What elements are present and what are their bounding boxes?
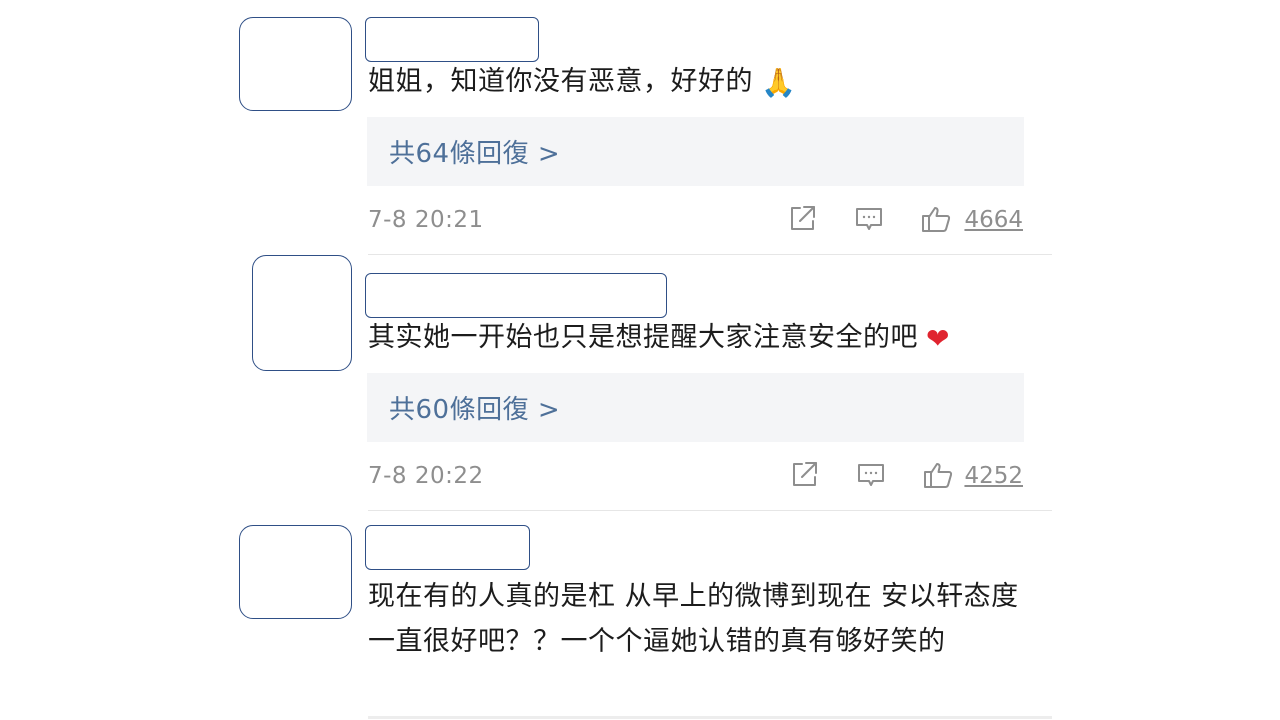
comment-text: 现在有的人真的是杠 从早上的微博到现在 安以轩态度一直很好吧？？一个个逼她认错的… — [368, 574, 1033, 664]
comment-text: 其实她一开始也只是想提醒大家注意安全的吧 ❤ — [368, 316, 1028, 361]
share-icon[interactable] — [789, 459, 819, 489]
comment-icon[interactable] — [854, 203, 884, 233]
username[interactable] — [365, 17, 539, 62]
avatar[interactable] — [239, 525, 352, 619]
timestamp: 7-8 20:21 — [368, 207, 484, 233]
divider — [368, 510, 1052, 511]
thumbs-up-icon[interactable] — [922, 459, 954, 491]
timestamp: 7-8 20:22 — [368, 463, 484, 489]
share-icon[interactable] — [787, 203, 817, 233]
folded-hands-emoji: 🙏 — [761, 66, 797, 99]
comment-text: 姐姐，知道你没有恶意，好好的 🙏 — [368, 60, 1028, 105]
avatar[interactable] — [239, 17, 352, 111]
username[interactable] — [365, 273, 667, 318]
comment-body: 现在有的人真的是杠 从早上的微博到现在 安以轩态度一直很好吧？？一个个逼她认错的… — [368, 581, 1019, 657]
username[interactable] — [365, 525, 530, 570]
replies-box[interactable]: 共64條回復 > — [367, 117, 1024, 186]
replies-box[interactable]: 共60條回復 > — [367, 373, 1024, 442]
divider — [368, 254, 1052, 255]
thumbs-up-icon[interactable] — [920, 203, 952, 235]
view-replies-link[interactable]: 共64條回復 > — [389, 133, 560, 170]
view-replies-link[interactable]: 共60條回復 > — [389, 389, 560, 426]
heart-emoji: ❤ — [926, 322, 950, 355]
like-count[interactable]: 4664 — [964, 207, 1023, 233]
comment-body: 其实她一开始也只是想提醒大家注意安全的吧 — [368, 322, 918, 353]
avatar[interactable] — [252, 255, 352, 371]
comment-meta: 7-8 20:22 4252 — [368, 459, 1023, 495]
comment-body: 姐姐，知道你没有恶意，好好的 — [368, 66, 753, 97]
like-count[interactable]: 4252 — [964, 463, 1023, 489]
comment-meta: 7-8 20:21 4664 — [368, 203, 1023, 239]
divider — [368, 716, 1052, 719]
comment-icon[interactable] — [856, 459, 886, 489]
